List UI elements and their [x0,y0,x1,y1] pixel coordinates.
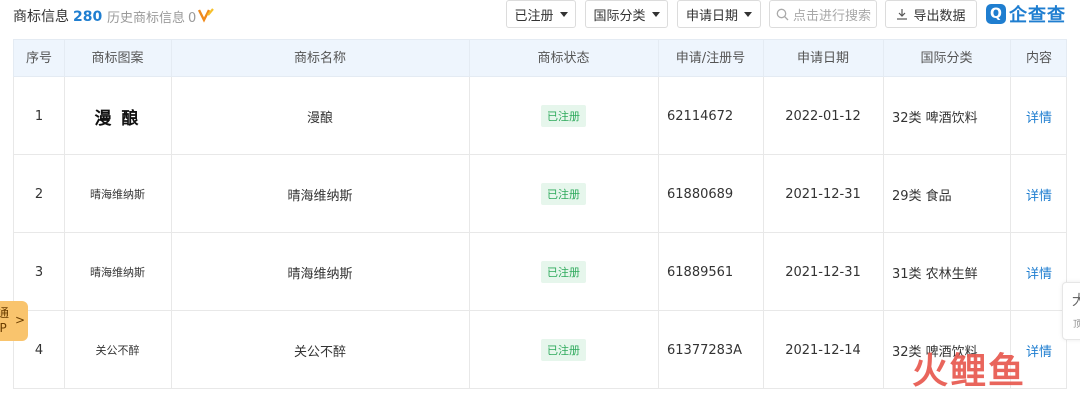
export-label: 导出数据 [913,8,966,24]
logo-text: 晴海维纳斯 [90,266,145,279]
status-cell: 已注册 [469,77,658,155]
header-reg-no: 申请/注册号 [675,51,746,66]
caret-down-icon [744,11,752,17]
toolbar: 商标信息 280 历史商标信息 0 已注册 国际分类 申请日期 点击进行搜索 导出数… [0,0,1080,32]
side-tab-line2: 顶 [1073,317,1080,330]
status-cell: 已注册 [469,311,658,389]
apply-date: 2021-12-14 [785,342,861,358]
download-icon [897,9,908,20]
tab-count: 0 [188,11,197,26]
dropdown-label: 申请日期 [685,8,738,24]
trademark-logo: 漫 酿 [64,77,171,155]
vip-icon [198,8,214,23]
header-name: 商标名称 [293,51,346,66]
intl-class: 31类 农林生鲜 [892,266,978,282]
intl-class: 29类 食品 [892,188,952,204]
side-tab-line1: 大 [1072,290,1080,310]
header-action: 内容 [1025,51,1052,66]
apply-date: 2021-12-31 [785,186,861,202]
details-link[interactable]: 详情 [1026,341,1052,360]
vip-tab-line2: IP [0,321,7,335]
logo-text: 关公不醉 [95,344,140,357]
vip-tab-line1: 通 [0,306,10,320]
search-placeholder: 点击进行搜索 [793,8,872,24]
header-status: 商标状态 [537,51,590,66]
row-index: 1 [34,108,44,124]
tab-label: 历史商标信息 [107,11,186,26]
table-header: 序号 商标图案 商标名称 商标状态 申请/注册号 申请日期 国际分类 内容 [13,39,1067,78]
logo-text: 漫 酿 [94,108,141,129]
search-input[interactable]: 点击进行搜索 [769,0,877,28]
date-filter-dropdown[interactable]: 申请日期 [677,0,761,28]
header-date: 申请日期 [796,51,849,66]
caret-down-icon [559,11,568,17]
reg-number: 62114672 [667,108,734,124]
intl-class: 32类 啤酒饮料 [892,110,978,126]
search-icon [776,8,789,20]
header-index: 序号 [25,51,52,66]
brand-logo: Q 企查查 [986,2,1066,26]
status-filter-dropdown[interactable]: 已注册 [506,0,576,28]
reg-number: 61880689 [667,186,734,202]
caret-down-icon [651,11,660,17]
status-badge: 已注册 [541,261,586,283]
trademark-name: 晴海维纳斯 [287,266,353,282]
brand-name: 企查查 [1009,5,1066,26]
tab-trademark-info[interactable]: 商标信息 280 [13,6,102,26]
trademark-name: 漫酿 [306,110,333,126]
table-row: 1 漫 酿 漫酿 已注册 62114672 2022-01-12 32类 啤酒饮… [13,77,1067,155]
reg-number: 61377283A [667,342,743,358]
chevron-right-icon: > [14,313,25,327]
reg-number: 61889561 [667,264,734,280]
header-logo: 商标图案 [91,51,144,66]
dropdown-label: 已注册 [514,8,554,24]
details-link[interactable]: 详情 [1026,107,1052,126]
row-index: 2 [34,186,44,202]
intl-class-dropdown[interactable]: 国际分类 [585,0,668,28]
status-badge: 已注册 [541,105,586,127]
trademark-logo: 晴海维纳斯 [64,155,171,233]
table-row: 3 晴海维纳斯 晴海维纳斯 已注册 61889561 2021-12-31 31… [13,233,1067,311]
tab-count: 280 [73,9,103,25]
status-cell: 已注册 [469,155,658,233]
trademark-logo: 关公不醉 [64,311,171,389]
status-badge: 已注册 [541,339,586,361]
status-cell: 已注册 [469,233,658,311]
watermark-char: 火 [912,351,949,392]
status-badge: 已注册 [541,183,586,205]
trademark-name: 关公不醉 [293,344,346,360]
watermark-logo: 火 鲤 鱼 [912,350,1026,394]
table-row: 4 关公不醉 关公不醉 已注册 61377283A 2021-12-14 32类… [13,311,1067,389]
right-side-panel-tab[interactable]: 大 顶 [1062,282,1080,340]
vip-side-tab[interactable]: 通 IP > [0,301,28,341]
watermark-char: 鲤 [950,351,987,392]
tab-history-trademark[interactable]: 历史商标信息 0 [107,7,196,26]
row-index: 3 [34,264,44,280]
tab-label: 商标信息 [13,9,69,25]
header-class: 国际分类 [920,51,973,66]
apply-date: 2022-01-12 [785,108,861,124]
dropdown-label: 国际分类 [593,8,646,24]
export-button[interactable]: 导出数据 [885,0,977,28]
brand-mark-icon: Q [986,4,1006,24]
trademark-logo: 晴海维纳斯 [64,233,171,311]
trademark-name: 晴海维纳斯 [287,188,353,204]
details-link[interactable]: 详情 [1026,185,1052,204]
logo-text: 晴海维纳斯 [90,188,145,201]
watermark-char: 鱼 [988,351,1025,392]
apply-date: 2021-12-31 [785,264,861,280]
details-link[interactable]: 详情 [1026,263,1052,282]
table-row: 2 晴海维纳斯 晴海维纳斯 已注册 61880689 2021-12-31 29… [13,155,1067,233]
